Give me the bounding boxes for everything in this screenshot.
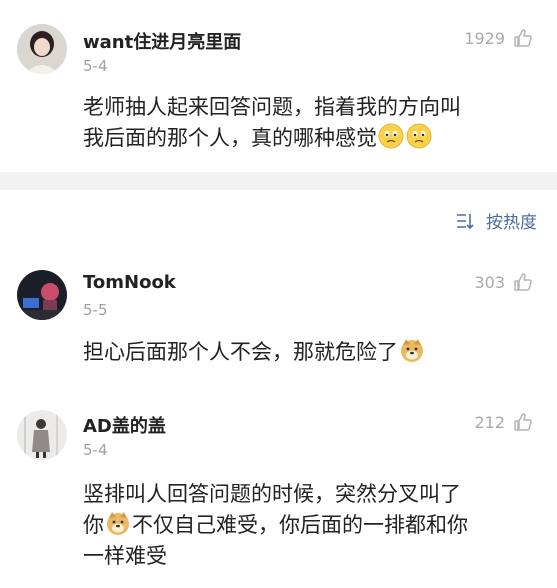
thumbs-up-icon — [514, 413, 532, 431]
comment-text: 担心后面那个人不会，那就危险了 — [83, 337, 533, 368]
like-count: 303 — [474, 272, 505, 292]
like-button[interactable]: 303 — [474, 272, 533, 292]
main-post: want住进月亮里面 5-4 1929 老师抽人起来回答问题，指着我的方向叫 我… — [0, 0, 557, 172]
sort-label: 按热度 — [486, 213, 537, 233]
doge-emoji-icon — [107, 512, 129, 535]
comment-item: TomNook 5-5 303 担心后面那个人不会，那就危险了 — [0, 262, 557, 382]
comment-date: 5-5 — [83, 301, 108, 319]
comment-item: AD盖的盖 5-4 212 竖排叫人回答问题的时候，突然分叉叫了 你不仅自己难受… — [0, 402, 557, 588]
post-date: 5-4 — [83, 57, 108, 75]
thumbs-up-icon — [514, 273, 532, 291]
avatar[interactable] — [17, 270, 67, 320]
doge-emoji-icon — [401, 339, 423, 362]
username[interactable]: want住进月亮里面 — [83, 28, 241, 54]
username[interactable]: AD盖的盖 — [83, 412, 166, 438]
post-text: 老师抽人起来回答问题，指着我的方向叫 我后面的那个人，真的哪种感觉 — [83, 95, 461, 150]
comment-date: 5-4 — [83, 441, 108, 459]
avatar[interactable] — [17, 410, 67, 460]
worried-face-icon — [406, 123, 432, 149]
worried-face-icon — [378, 123, 404, 149]
like-button[interactable]: 1929 — [464, 28, 533, 48]
like-count: 1929 — [464, 28, 505, 48]
like-count: 212 — [474, 412, 505, 432]
username[interactable]: TomNook — [83, 272, 176, 293]
sort-by-hot-button[interactable]: 按热度 — [456, 208, 537, 233]
thumbs-up-icon — [514, 29, 532, 47]
avatar[interactable] — [17, 24, 67, 74]
section-divider — [0, 172, 557, 190]
like-button[interactable]: 212 — [474, 412, 533, 432]
sort-bar: 按热度 — [0, 190, 557, 240]
comment-text: 竖排叫人回答问题的时候，突然分叉叫了 你不仅自己难受，你后面的一排都和你 一样难… — [83, 482, 468, 568]
sort-icon — [457, 213, 474, 229]
